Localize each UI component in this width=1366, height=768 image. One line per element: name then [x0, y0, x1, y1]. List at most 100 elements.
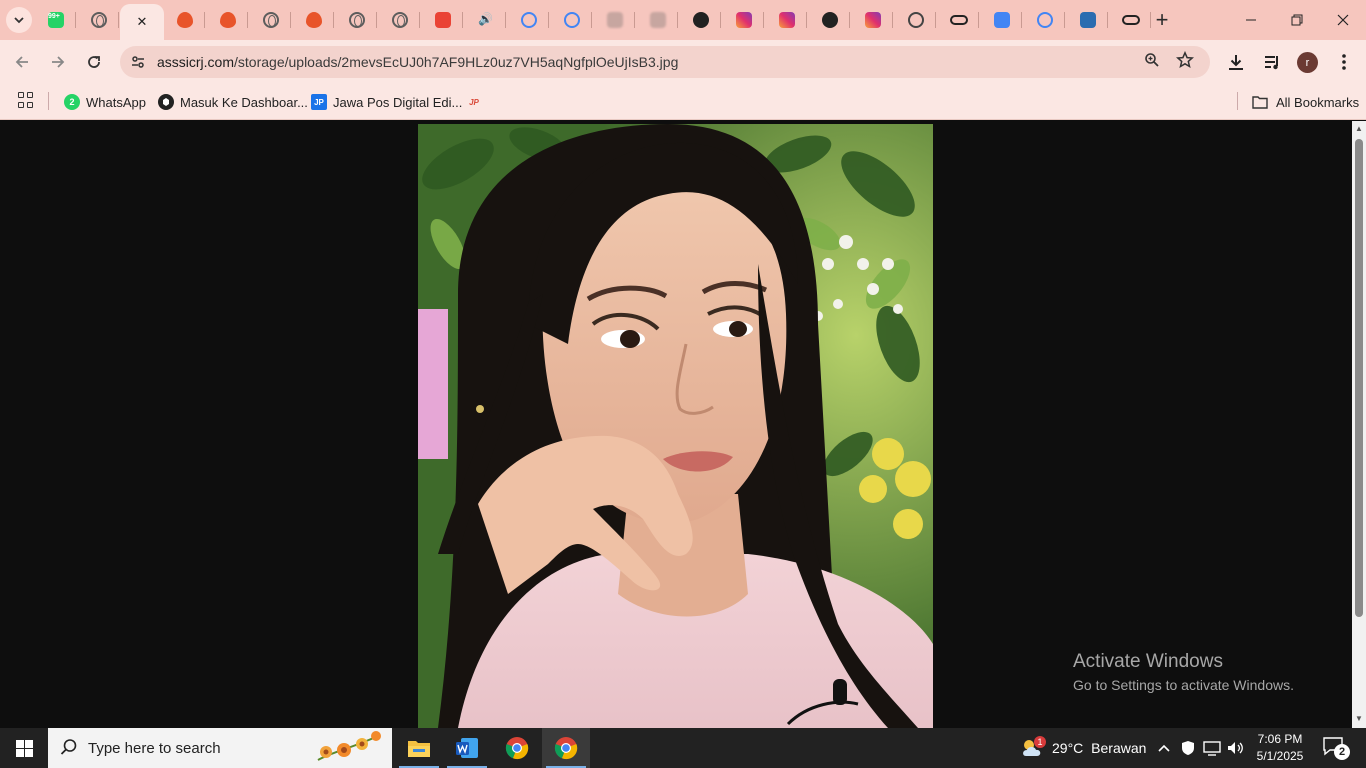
apps-grid-icon[interactable] — [18, 92, 34, 108]
browser-tab[interactable] — [939, 6, 979, 34]
minimize-icon — [1246, 19, 1256, 21]
search-icon — [60, 738, 80, 758]
tab-separator — [118, 12, 119, 28]
new-tab-button[interactable]: + — [1150, 8, 1174, 32]
watermark-subtitle: Go to Settings to activate Windows. — [1073, 677, 1294, 693]
browser-tab[interactable]: 🔊 — [466, 6, 506, 34]
browser-tab[interactable] — [1111, 6, 1151, 34]
tab-search-button[interactable] — [6, 7, 32, 33]
bookmark-jawapos[interactable]: JP Jawa Pos Digital Edi... — [311, 92, 462, 112]
address-bar[interactable]: asssicrj.com/storage/uploads/2mevsEcUJ0h… — [120, 46, 1210, 78]
browser-tab[interactable]: ✕ — [120, 4, 164, 40]
browser-tab[interactable] — [896, 6, 936, 34]
clock[interactable]: 7:06 PM 5/1/2025 — [1250, 731, 1310, 765]
network-icon[interactable] — [1202, 738, 1222, 758]
media-control-icon[interactable] — [1260, 50, 1284, 74]
weather-summary[interactable]: 29°C Berawan — [1052, 740, 1146, 756]
site-info-icon[interactable] — [128, 52, 148, 72]
docs-icon — [994, 12, 1010, 28]
browser-tab[interactable] — [681, 6, 721, 34]
globe-icon — [392, 12, 408, 28]
close-window-button[interactable] — [1320, 0, 1366, 40]
browser-tab[interactable]: 99+ — [36, 6, 76, 34]
browser-tab[interactable] — [1068, 6, 1108, 34]
tab-badge: 99+ — [48, 13, 60, 20]
browser-tab[interactable] — [165, 6, 205, 34]
browser-tab[interactable] — [294, 6, 334, 34]
instagram-icon — [736, 12, 752, 28]
displayed-image[interactable] — [418, 124, 933, 728]
dark-circle-icon — [158, 94, 174, 110]
instagram-icon — [779, 12, 795, 28]
jp-icon: JP — [311, 94, 327, 110]
browser-tab[interactable] — [337, 6, 377, 34]
browser-tab[interactable] — [853, 6, 893, 34]
bookmark-star-icon[interactable] — [1175, 50, 1196, 71]
restore-button[interactable] — [1274, 0, 1320, 40]
browser-tab[interactable] — [552, 6, 592, 34]
blurred-icon — [607, 12, 623, 28]
url-text[interactable]: asssicrj.com/storage/uploads/2mevsEcUJ0h… — [157, 54, 678, 70]
chrome-outline-icon — [908, 12, 924, 28]
bookmark-whatsapp[interactable]: 2 WhatsApp — [64, 92, 146, 112]
browser-tab[interactable] — [810, 6, 850, 34]
watermark-title: Activate Windows — [1073, 651, 1223, 672]
reload-icon — [88, 56, 100, 68]
notification-center-button[interactable]: 2 — [1322, 736, 1350, 760]
all-bookmarks-label: All Bookmarks — [1276, 94, 1360, 110]
browser-tab[interactable] — [208, 6, 248, 34]
volume-icon[interactable] — [1226, 738, 1246, 758]
tab-separator — [1107, 12, 1108, 28]
browser-tab[interactable] — [423, 6, 463, 34]
scroll-up-arrow-icon[interactable]: ▲ — [1355, 125, 1363, 133]
tab-separator — [247, 12, 248, 28]
browser-tab[interactable] — [509, 6, 549, 34]
zoom-icon[interactable] — [1144, 52, 1164, 72]
weather-icon[interactable]: 1 — [1020, 736, 1046, 758]
browser-tab[interactable] — [1025, 6, 1065, 34]
browser-tab[interactable] — [251, 6, 291, 34]
browser-tab[interactable] — [595, 6, 635, 34]
clock-date: 5/1/2025 — [1256, 749, 1304, 763]
tab-separator — [935, 12, 936, 28]
taskbar: Type here to search 1 29°C Berawan 7:06 … — [0, 728, 1366, 768]
taskbar-word[interactable] — [443, 728, 491, 768]
arrow-left-icon — [15, 56, 28, 68]
browser-tab[interactable] — [982, 6, 1022, 34]
bookmark-label: Jawa Pos Digital Edi... — [333, 94, 463, 110]
reload-button[interactable] — [80, 48, 108, 76]
flowers-icon — [317, 731, 381, 761]
chevron-up-icon[interactable] — [1154, 738, 1174, 758]
taskbar-file-explorer[interactable] — [395, 728, 443, 768]
browser-tab[interactable] — [380, 6, 420, 34]
profile-avatar[interactable]: r — [1297, 52, 1318, 73]
back-button[interactable] — [8, 48, 36, 76]
forward-button[interactable] — [44, 48, 72, 76]
shield-icon[interactable] — [1178, 738, 1198, 758]
browser-tab[interactable] — [79, 6, 119, 34]
browser-tab[interactable] — [638, 6, 678, 34]
taskbar-chrome[interactable] — [493, 728, 541, 768]
menu-kebab-icon[interactable] — [1332, 50, 1356, 74]
tab-separator — [75, 12, 76, 28]
scrollbar-thumb[interactable] — [1355, 139, 1363, 617]
scroll-down-arrow-icon[interactable]: ▼ — [1355, 715, 1363, 723]
download-icon[interactable] — [1224, 50, 1248, 74]
tab-separator — [548, 12, 549, 28]
browser-tab[interactable] — [724, 6, 764, 34]
taskbar-search[interactable]: Type here to search — [48, 728, 392, 768]
glasses-icon — [1122, 15, 1140, 25]
all-bookmarks-button[interactable]: All Bookmarks — [1252, 92, 1359, 112]
bookmark-jr[interactable]: JP — [466, 92, 488, 112]
vertical-scrollbar[interactable]: ▲ ▼ — [1352, 121, 1366, 728]
minimize-button[interactable] — [1228, 0, 1274, 40]
tab-separator — [978, 12, 979, 28]
tab-strip: 99+ ✕ 🔊 + — [0, 0, 1366, 40]
tab-separator — [462, 12, 463, 28]
taskbar-chrome-active[interactable] — [542, 728, 590, 768]
start-button[interactable] — [0, 728, 48, 768]
browser-tab[interactable] — [767, 6, 807, 34]
bookmark-label: Masuk Ke Dashboar... — [180, 94, 308, 110]
bookmark-dashboard[interactable]: Masuk Ke Dashboar... — [158, 92, 308, 112]
dark-circle-icon — [693, 12, 709, 28]
